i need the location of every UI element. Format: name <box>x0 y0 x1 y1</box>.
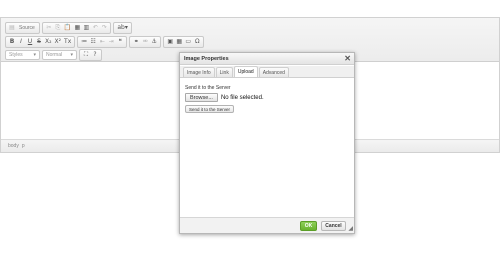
clipboard-group: ✂ ⎘ 📋 ▦ ▥ ↶ ↷ <box>41 22 112 34</box>
paste-icon[interactable]: 📋 <box>63 23 72 33</box>
bold-button[interactable]: B <box>8 37 16 47</box>
blockquote-button[interactable]: ❝ <box>116 37 124 47</box>
horizontal-rule-icon[interactable]: ▭ <box>184 37 192 47</box>
underline-label: U <box>27 38 33 45</box>
strike-label: S <box>37 38 41 45</box>
maximize-icon[interactable]: ⛶ <box>82 50 90 60</box>
styles-combo[interactable]: Styles ▾ <box>5 50 40 60</box>
bold-label: B <box>9 38 15 45</box>
remove-format-button[interactable]: Tx <box>63 37 72 47</box>
tab-link[interactable]: Link <box>215 67 233 77</box>
special-char-icon[interactable]: Ω <box>193 37 201 47</box>
chevron-down-icon: ▾ <box>33 52 36 58</box>
toolbar-row-2: B I U S X₂ X² Tx ≔ ☷ ⇤ ⇥ ❝ ⚭ ⚮ ⚓ ▣ ▦ ▭ Ω <box>5 36 205 48</box>
redo-icon[interactable]: ↷ <box>100 23 108 33</box>
indent-icon[interactable]: ⇥ <box>107 37 115 47</box>
cancel-button[interactable]: Cancel <box>321 221 346 231</box>
anchor-icon[interactable]: ⚓ <box>150 37 158 47</box>
dialog-tabs: Image Info Link Upload Advanced <box>180 66 354 78</box>
links-group: ⚭ ⚮ ⚓ <box>129 36 162 48</box>
source-icon: ▤ <box>9 24 15 31</box>
outdent-icon[interactable]: ⇤ <box>98 37 106 47</box>
resize-handle-icon[interactable]: ◢ <box>348 226 353 232</box>
underline-button[interactable]: U <box>26 37 34 47</box>
chevron-down-icon: ▾ <box>70 52 73 58</box>
find-group: ab▾ <box>113 22 132 34</box>
file-status: No file selected. <box>220 94 264 101</box>
link-icon[interactable]: ⚭ <box>132 37 140 47</box>
send-to-server-button[interactable]: Send it to the Server <box>185 105 235 113</box>
tab-advanced[interactable]: Advanced <box>258 67 289 77</box>
source-group: ▤ Source <box>5 22 40 34</box>
copy-icon[interactable]: ⎘ <box>54 23 62 33</box>
close-icon[interactable]: ✕ <box>344 54 351 64</box>
image-properties-dialog: Image Properties ✕ Image Info Link Uploa… <box>179 52 355 234</box>
tools-group: ⛶ ? <box>79 49 102 61</box>
upload-field-label: Send it to the Server <box>185 85 231 91</box>
unlink-icon[interactable]: ⚮ <box>141 37 149 47</box>
tab-image-info[interactable]: Image Info <box>183 67 215 77</box>
paste-word-icon[interactable]: ▥ <box>82 23 90 33</box>
path-p[interactable]: p <box>22 143 25 149</box>
file-input: Browse... No file selected. <box>185 93 264 102</box>
insert-group: ▣ ▦ ▭ Ω <box>163 36 205 48</box>
table-icon[interactable]: ▦ <box>175 37 183 47</box>
styles-combo-label: Styles <box>9 52 23 58</box>
italic-label: I <box>20 38 22 45</box>
toolbar-row-3: Styles ▾ Normal ▾ ⛶ ? <box>5 49 102 61</box>
dialog-footer: OK Cancel ◢ <box>180 217 354 233</box>
path-body[interactable]: body <box>8 143 19 149</box>
list-group: ≔ ☷ ⇤ ⇥ ❝ <box>77 36 128 48</box>
bulleted-list-icon[interactable]: ☷ <box>89 37 97 47</box>
numbered-list-icon[interactable]: ≔ <box>80 37 88 47</box>
about-button[interactable]: ? <box>91 50 99 60</box>
subscript-button[interactable]: X₂ <box>44 37 53 47</box>
format-combo[interactable]: Normal ▾ <box>42 50 77 60</box>
strike-button[interactable]: S <box>35 37 43 47</box>
cut-icon[interactable]: ✂ <box>45 23 53 33</box>
superscript-button[interactable]: X² <box>54 37 63 47</box>
undo-icon[interactable]: ↶ <box>91 23 99 33</box>
upload-panel: Send it to the Server Browse... No file … <box>180 78 354 218</box>
find-replace-icon[interactable]: ab▾ <box>116 23 129 33</box>
browse-button[interactable]: Browse... <box>185 93 218 102</box>
italic-button[interactable]: I <box>17 37 25 47</box>
dialog-title[interactable]: Image Properties <box>180 53 354 65</box>
format-combo-label: Normal <box>46 52 63 58</box>
basic-styles-group: B I U S X₂ X² Tx <box>5 36 76 48</box>
paste-text-icon[interactable]: ▦ <box>73 23 81 33</box>
source-button[interactable]: Source <box>17 23 37 33</box>
tab-upload[interactable]: Upload <box>233 66 258 77</box>
ok-button[interactable]: OK <box>300 221 317 231</box>
toolbar-row-1: ▤ Source ✂ ⎘ 📋 ▦ ▥ ↶ ↷ ab▾ <box>5 22 132 34</box>
image-icon[interactable]: ▣ <box>166 37 174 47</box>
